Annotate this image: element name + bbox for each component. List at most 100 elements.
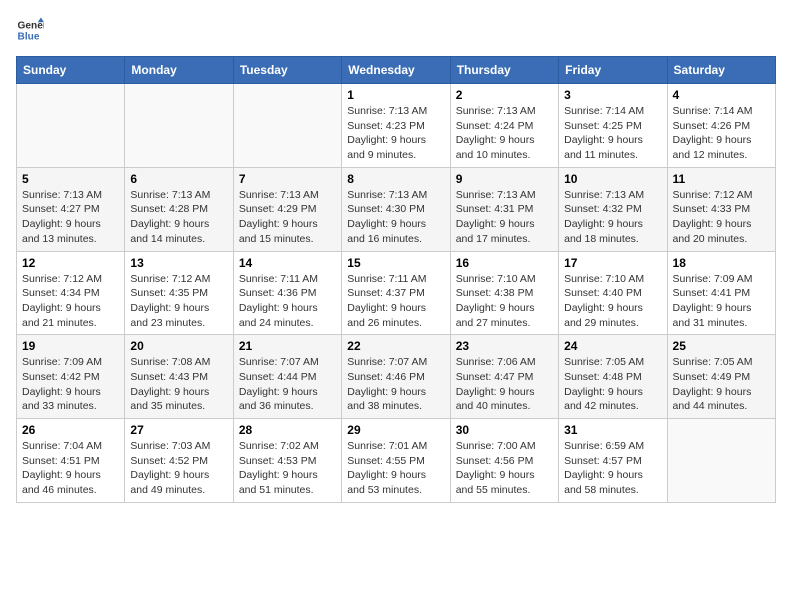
day-number: 18: [673, 256, 770, 270]
day-number: 27: [130, 423, 227, 437]
day-number: 30: [456, 423, 553, 437]
day-number: 24: [564, 339, 661, 353]
calendar-cell: [17, 84, 125, 168]
day-number: 22: [347, 339, 444, 353]
calendar-cell: 2 Sunrise: 7:13 AM Sunset: 4:24 PM Daylig…: [450, 84, 558, 168]
day-info: Sunrise: 7:10 AM Sunset: 4:40 PM Dayligh…: [564, 272, 661, 331]
day-number: 9: [456, 172, 553, 186]
day-info: Sunrise: 7:14 AM Sunset: 4:25 PM Dayligh…: [564, 104, 661, 163]
day-number: 29: [347, 423, 444, 437]
day-number: 2: [456, 88, 553, 102]
calendar-cell: 22 Sunrise: 7:07 AM Sunset: 4:46 PM Dayli…: [342, 335, 450, 419]
calendar-week-row: 5 Sunrise: 7:13 AM Sunset: 4:27 PM Daylig…: [17, 167, 776, 251]
calendar-cell: 11 Sunrise: 7:12 AM Sunset: 4:33 PM Dayli…: [667, 167, 775, 251]
day-number: 12: [22, 256, 119, 270]
calendar-week-row: 12 Sunrise: 7:12 AM Sunset: 4:34 PM Dayli…: [17, 251, 776, 335]
calendar-header: SundayMondayTuesdayWednesdayThursdayFrid…: [17, 57, 776, 84]
calendar-cell: 18 Sunrise: 7:09 AM Sunset: 4:41 PM Dayli…: [667, 251, 775, 335]
day-info: Sunrise: 7:07 AM Sunset: 4:46 PM Dayligh…: [347, 355, 444, 414]
day-number: 28: [239, 423, 336, 437]
calendar-cell: 3Sunrise: 7:14 AM Sunset: 4:25 PM Daylig…: [559, 84, 667, 168]
day-info: Sunrise: 7:02 AM Sunset: 4:53 PM Dayligh…: [239, 439, 336, 498]
calendar-cell: 27 Sunrise: 7:03 AM Sunset: 4:52 PM Dayli…: [125, 419, 233, 503]
calendar-cell: 13 Sunrise: 7:12 AM Sunset: 4:35 PM Dayli…: [125, 251, 233, 335]
day-info: Sunrise: 7:09 AM Sunset: 4:42 PM Dayligh…: [22, 355, 119, 414]
day-number: 20: [130, 339, 227, 353]
day-of-week-header: Thursday: [450, 57, 558, 84]
day-number: 17: [564, 256, 661, 270]
day-info: Sunrise: 7:14 AM Sunset: 4:26 PM Dayligh…: [673, 104, 770, 163]
calendar-cell: 20 Sunrise: 7:08 AM Sunset: 4:43 PM Dayli…: [125, 335, 233, 419]
day-number: 13: [130, 256, 227, 270]
day-of-week-header: Tuesday: [233, 57, 341, 84]
calendar-cell: 28 Sunrise: 7:02 AM Sunset: 4:53 PM Dayli…: [233, 419, 341, 503]
day-info: Sunrise: 7:13 AM Sunset: 4:29 PM Dayligh…: [239, 188, 336, 247]
calendar-body: 1Sunrise: 7:13 AM Sunset: 4:23 PM Daylig…: [17, 84, 776, 503]
day-info: Sunrise: 7:13 AM Sunset: 4:27 PM Dayligh…: [22, 188, 119, 247]
calendar-cell: [125, 84, 233, 168]
day-info: Sunrise: 7:12 AM Sunset: 4:33 PM Dayligh…: [673, 188, 770, 247]
day-number: 23: [456, 339, 553, 353]
day-number: 11: [673, 172, 770, 186]
day-info: Sunrise: 7:09 AM Sunset: 4:41 PM Dayligh…: [673, 272, 770, 331]
svg-text:Blue: Blue: [18, 31, 40, 42]
logo: General Blue: [16, 16, 48, 44]
calendar-cell: [233, 84, 341, 168]
day-info: Sunrise: 7:11 AM Sunset: 4:37 PM Dayligh…: [347, 272, 444, 331]
day-number: 25: [673, 339, 770, 353]
calendar-cell: 31 Sunrise: 6:59 AM Sunset: 4:57 PM Dayli…: [559, 419, 667, 503]
calendar-week-row: 26Sunrise: 7:04 AM Sunset: 4:51 PM Dayli…: [17, 419, 776, 503]
logo-icon: General Blue: [16, 16, 44, 44]
calendar-table: SundayMondayTuesdayWednesdayThursdayFrid…: [16, 56, 776, 503]
day-number: 14: [239, 256, 336, 270]
day-info: Sunrise: 7:13 AM Sunset: 4:23 PM Dayligh…: [347, 104, 444, 163]
day-info: Sunrise: 7:13 AM Sunset: 4:28 PM Dayligh…: [130, 188, 227, 247]
day-number: 15: [347, 256, 444, 270]
day-of-week-header: Saturday: [667, 57, 775, 84]
day-number: 21: [239, 339, 336, 353]
day-info: Sunrise: 7:06 AM Sunset: 4:47 PM Dayligh…: [456, 355, 553, 414]
calendar-cell: 6 Sunrise: 7:13 AM Sunset: 4:28 PM Daylig…: [125, 167, 233, 251]
day-of-week-header: Wednesday: [342, 57, 450, 84]
day-number: 7: [239, 172, 336, 186]
days-of-week-row: SundayMondayTuesdayWednesdayThursdayFrid…: [17, 57, 776, 84]
day-info: Sunrise: 7:05 AM Sunset: 4:48 PM Dayligh…: [564, 355, 661, 414]
calendar-cell: 16Sunrise: 7:10 AM Sunset: 4:38 PM Dayli…: [450, 251, 558, 335]
calendar-week-row: 1Sunrise: 7:13 AM Sunset: 4:23 PM Daylig…: [17, 84, 776, 168]
calendar-cell: 21 Sunrise: 7:07 AM Sunset: 4:44 PM Dayli…: [233, 335, 341, 419]
day-info: Sunrise: 6:59 AM Sunset: 4:57 PM Dayligh…: [564, 439, 661, 498]
day-info: Sunrise: 7:01 AM Sunset: 4:55 PM Dayligh…: [347, 439, 444, 498]
day-info: Sunrise: 7:13 AM Sunset: 4:30 PM Dayligh…: [347, 188, 444, 247]
day-number: 5: [22, 172, 119, 186]
day-number: 31: [564, 423, 661, 437]
day-of-week-header: Friday: [559, 57, 667, 84]
day-number: 6: [130, 172, 227, 186]
calendar-cell: 12 Sunrise: 7:12 AM Sunset: 4:34 PM Dayli…: [17, 251, 125, 335]
day-info: Sunrise: 7:07 AM Sunset: 4:44 PM Dayligh…: [239, 355, 336, 414]
calendar-cell: 8Sunrise: 7:13 AM Sunset: 4:30 PM Daylig…: [342, 167, 450, 251]
day-number: 19: [22, 339, 119, 353]
day-number: 26: [22, 423, 119, 437]
day-info: Sunrise: 7:12 AM Sunset: 4:35 PM Dayligh…: [130, 272, 227, 331]
calendar-cell: 17 Sunrise: 7:10 AM Sunset: 4:40 PM Dayli…: [559, 251, 667, 335]
day-info: Sunrise: 7:11 AM Sunset: 4:36 PM Dayligh…: [239, 272, 336, 331]
calendar-cell: 9Sunrise: 7:13 AM Sunset: 4:31 PM Daylig…: [450, 167, 558, 251]
calendar-cell: 15 Sunrise: 7:11 AM Sunset: 4:37 PM Dayli…: [342, 251, 450, 335]
day-of-week-header: Sunday: [17, 57, 125, 84]
calendar-cell: 10Sunrise: 7:13 AM Sunset: 4:32 PM Dayli…: [559, 167, 667, 251]
calendar-week-row: 19 Sunrise: 7:09 AM Sunset: 4:42 PM Dayli…: [17, 335, 776, 419]
day-info: Sunrise: 7:10 AM Sunset: 4:38 PM Dayligh…: [456, 272, 553, 331]
day-info: Sunrise: 7:03 AM Sunset: 4:52 PM Dayligh…: [130, 439, 227, 498]
day-info: Sunrise: 7:08 AM Sunset: 4:43 PM Dayligh…: [130, 355, 227, 414]
day-info: Sunrise: 7:12 AM Sunset: 4:34 PM Dayligh…: [22, 272, 119, 331]
calendar-cell: 25Sunrise: 7:05 AM Sunset: 4:49 PM Dayli…: [667, 335, 775, 419]
day-info: Sunrise: 7:00 AM Sunset: 4:56 PM Dayligh…: [456, 439, 553, 498]
calendar-cell: 14 Sunrise: 7:11 AM Sunset: 4:36 PM Dayli…: [233, 251, 341, 335]
day-info: Sunrise: 7:13 AM Sunset: 4:32 PM Dayligh…: [564, 188, 661, 247]
calendar-cell: 19 Sunrise: 7:09 AM Sunset: 4:42 PM Dayli…: [17, 335, 125, 419]
day-of-week-header: Monday: [125, 57, 233, 84]
day-info: Sunrise: 7:13 AM Sunset: 4:24 PM Dayligh…: [456, 104, 553, 163]
calendar-cell: 24 Sunrise: 7:05 AM Sunset: 4:48 PM Dayli…: [559, 335, 667, 419]
calendar-cell: 7 Sunrise: 7:13 AM Sunset: 4:29 PM Daylig…: [233, 167, 341, 251]
calendar-cell: 26Sunrise: 7:04 AM Sunset: 4:51 PM Dayli…: [17, 419, 125, 503]
